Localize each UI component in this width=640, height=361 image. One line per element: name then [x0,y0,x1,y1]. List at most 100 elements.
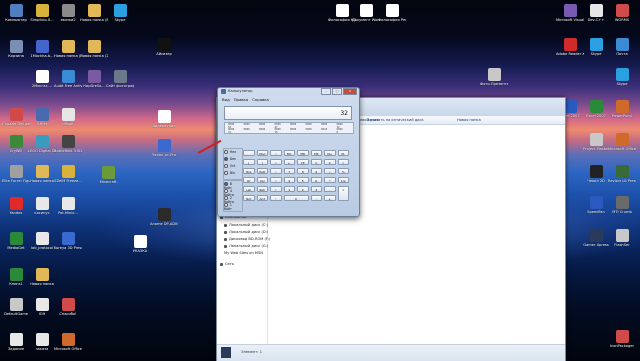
calc-key[interactable]: ± [324,159,336,165]
desktop-icon[interactable]: 1Mockha-b... [28,40,56,58]
desktop-icon[interactable]: 5.files [28,108,56,126]
word-size-radio[interactable]: 1 байт [224,203,238,211]
calc-key[interactable]: Mod [256,150,268,156]
desktop-icon[interactable]: Project Master [582,133,610,151]
desktop-icon[interactable]: Elite Force: Figured Ni... [2,165,30,183]
maximize-button[interactable]: □ [332,88,342,95]
calc-key[interactable]: RoL [243,168,255,174]
desktop-icon[interactable]: Minecraft [94,166,122,184]
desktop-icon[interactable]: IconPackager [608,330,636,348]
calc-key[interactable]: 7 [283,168,295,174]
desktop-icon[interactable]: Audit Free Antivirus [54,70,82,88]
calc-key[interactable]: , [310,195,322,201]
calc-key[interactable]: ( [243,159,255,165]
calc-key[interactable]: A [270,150,282,156]
desktop-icon[interactable]: Документ Word 2007 [352,4,380,22]
calc-key[interactable]: % [337,168,349,174]
desktop-icon[interactable]: Excel 2007 [582,100,610,118]
desktop-icon[interactable]: Skype [608,68,636,86]
desktop-icon[interactable]: uffsoft [54,108,82,126]
calc-key[interactable]: RoR [256,168,268,174]
calc-key[interactable]: MR [297,150,309,156]
desktop-icon[interactable]: Simplicio.X... [28,4,56,22]
base-radio-oct[interactable]: Oct [224,164,238,168]
base-radio-bin[interactable]: Bin [224,171,238,175]
calc-key[interactable]: 9 [310,168,322,174]
desktop-icon[interactable]: Gamer Xpress [582,229,610,247]
calc-key[interactable]: 3 [310,186,322,192]
calculator-window[interactable]: Калькулятор – □ ✕ Вид Правка Справка 32 0000… [217,87,360,217]
desktop-icon[interactable]: Корзина [2,40,30,58]
desktop-icon[interactable]: Айсизер [150,38,178,56]
calc-key[interactable]: + [324,195,336,201]
desktop-icon[interactable]: Microsoft Office 2010 [608,133,636,151]
desktop-icon[interactable]: заказа [28,333,56,351]
menu-view[interactable]: Вид [222,97,230,102]
desktop-icon[interactable]: 2Мосгаз-... [28,70,56,88]
calc-key[interactable]: √ [337,159,349,165]
desktop-icon[interactable]: lab_protocol [28,232,56,250]
calc-key[interactable]: 1/x [337,177,349,183]
desktop-icon[interactable]: CryWill [2,135,30,153]
desktop-icon[interactable]: DefaultGame [2,298,30,316]
desktop-icon[interactable]: косинус [28,197,56,215]
desktop-icon[interactable]: MediaGet [2,232,30,250]
desktop-icon[interactable]: Компьютер [2,4,30,22]
word-size-radio[interactable]: 4 байта [224,189,238,197]
desktop-icon[interactable]: Microsoft Office Cli... [54,333,82,351]
calc-key[interactable] [243,150,255,156]
calc-key[interactable]: M- [337,150,349,156]
desktop-icon[interactable]: Новая папка (3) [54,40,82,58]
calc-key[interactable]: ← [283,159,295,165]
calc-key[interactable]: ) [256,159,268,165]
calc-key[interactable]: 2 [297,186,309,192]
menu-edit[interactable]: Правка [234,97,248,102]
desktop-icon[interactable]: HapDreSo... [80,70,108,88]
desktop-icon[interactable]: EZelM Freeze... [54,165,82,183]
desktop-icon[interactable]: WORMS [608,4,636,22]
word-size-radio[interactable]: 2 байта [224,196,238,204]
desktop-icon[interactable]: Новая папка (8) [80,4,108,22]
desktop-icon[interactable]: Сайт фотографий [106,70,134,88]
close-button[interactable]: ✕ [343,88,357,95]
calc-key[interactable]: F [270,195,282,201]
desktop-icon[interactable]: Видеоаудио [150,110,178,128]
desktop-icon[interactable]: Yandex [2,197,30,215]
desktop-icon[interactable]: Skype [106,4,134,22]
minimize-button[interactable]: – [321,88,331,95]
desktop-icon[interactable]: Фото-Презентация [480,68,508,86]
calc-key[interactable]: 4 [283,177,295,183]
menu-help[interactable]: Справка [252,97,269,102]
base-radio-dec[interactable]: Dec [224,157,238,161]
nav-item-disk-g[interactable]: Локальный диск (G:) [224,244,268,248]
desktop-icon[interactable]: Skype [582,38,610,56]
calc-key[interactable]: MC [283,150,295,156]
calc-key[interactable]: Rsh [256,186,268,192]
calc-key[interactable]: 8 [297,168,309,174]
toolbar-burn[interactable]: Записать на оптический диск [367,118,424,122]
calc-key[interactable]: E [270,186,282,192]
desktop-icon[interactable]: Pot.Minio... [54,197,82,215]
nav-item-bd-rom[interactable]: Дисковод BD-ROM (F:) [224,237,270,241]
desktop-icon[interactable]: Chuzzle Deluxe [2,108,30,126]
desktop-icon[interactable]: PowerPoint [608,100,636,118]
desktop-icon[interactable]: Adobe Reader XI [556,38,584,56]
desktop-icon[interactable]: Спасибо! [54,298,82,316]
nav-item-network[interactable]: Сеть [220,262,234,266]
desktop-icon[interactable]: MTI Crumb [608,196,636,214]
desktop-icon[interactable]: Microsoft Visual C++... [556,4,584,22]
calc-key[interactable]: Or [243,177,255,183]
desktop-icon[interactable]: Новая папка [28,268,56,286]
calc-key[interactable]: MS [310,150,322,156]
calc-key[interactable]: 6 [310,177,322,183]
nav-item-disk-d[interactable]: Локальный диск (D:) [224,230,268,234]
desktop-icon[interactable]: Aname DP-ADIMAY [150,208,178,226]
calc-key[interactable]: C [270,168,282,174]
desktop-icon[interactable]: Koreya 3D Presentati... [54,232,82,250]
nav-item-web-sites[interactable]: My Web Sites on MSN [224,251,263,255]
calc-key[interactable]: 1 [283,186,295,192]
calc-key[interactable]: * [324,177,336,183]
desktop-icon[interactable]: Книга1 [2,268,30,286]
calc-key[interactable]: And [256,195,268,201]
calc-key[interactable]: - [324,186,336,192]
